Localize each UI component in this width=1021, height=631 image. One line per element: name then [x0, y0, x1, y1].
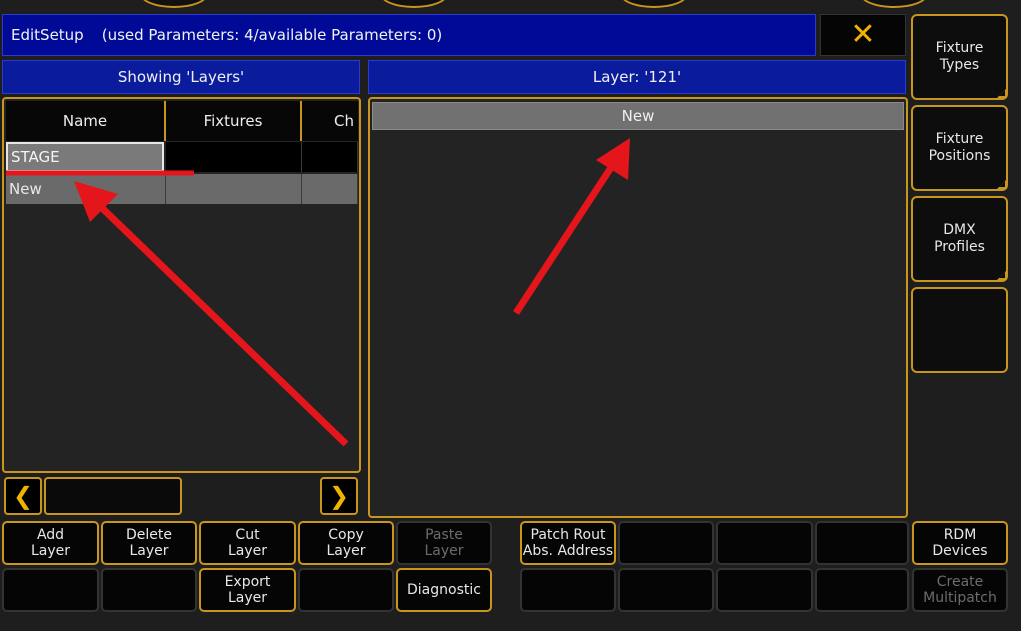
annotation-arrow-left-shaft — [97, 203, 349, 447]
annotation-arrow-right-head — [596, 138, 630, 180]
annotation-arrow-right-shaft — [513, 164, 615, 315]
annotation-overlay — [6, 138, 630, 447]
